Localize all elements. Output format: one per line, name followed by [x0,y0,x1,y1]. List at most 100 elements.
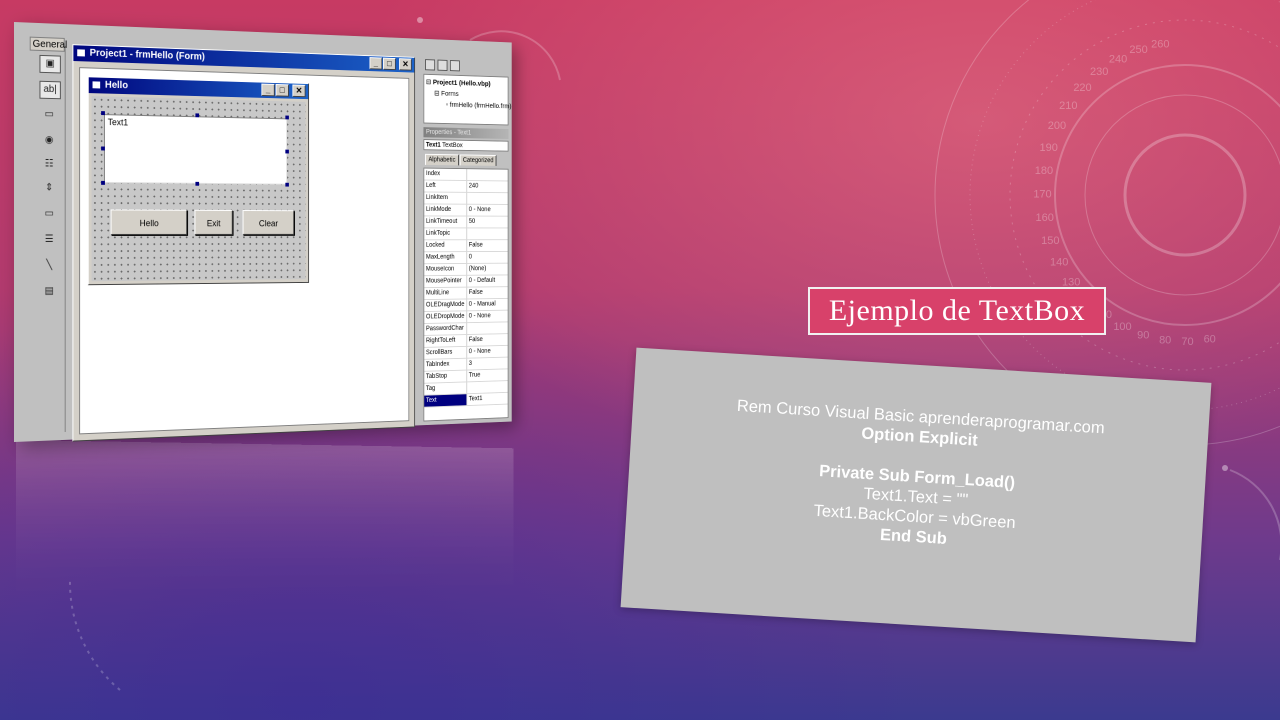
property-value[interactable]: 50 [467,217,508,228]
property-value[interactable]: 0 - Default [467,275,508,286]
line-icon[interactable]: ╲ [39,258,58,274]
right-panels: ⊟ Project1 (Hello.vbp) ⊟ Forms ▫ frmHell… [423,59,512,422]
textbox-icon[interactable]: ab| [39,80,61,100]
resize-handle[interactable] [101,111,105,116]
resize-handle[interactable] [285,149,289,154]
close-button[interactable]: ✕ [292,84,306,98]
vb-ide-screenshot: General ▣ ab| ▭ ◉ ☷ ⇕ ▭ ☰ ╲ ▤ Project1 -… [0,0,600,610]
project-window-client: Hello _ □ ✕ Text1 Hello Exit Clear [79,67,410,435]
property-value[interactable]: 240 [467,181,508,192]
property-name: ScrollBars [424,346,468,359]
resize-handle[interactable] [101,146,105,151]
hello-form-title: Hello [104,79,129,92]
property-row[interactable]: Index [424,168,508,182]
property-row[interactable]: LinkMode 0 - None [424,204,508,217]
property-value[interactable]: 0 - None [467,205,508,216]
property-value[interactable]: Text1 [467,393,508,405]
option-button-icon[interactable]: ◉ [39,132,58,148]
resize-handle[interactable] [195,113,200,118]
property-row[interactable]: MousePointer 0 - Default [424,275,508,289]
view-code-icon[interactable] [425,59,436,71]
slide-title-tag: Ejemplo de TextBox [808,287,1106,335]
hello-button[interactable]: Hello [110,209,188,235]
picture-icon[interactable]: ▣ [39,54,61,74]
property-value[interactable]: 0 - None [467,311,508,323]
property-name: PasswordChar [424,323,468,335]
property-value[interactable] [467,381,508,393]
property-row[interactable]: Left 240 [424,180,508,194]
dial-number: 70 [1181,336,1193,348]
dial-number: 170 [1033,189,1051,201]
property-value[interactable] [467,169,508,180]
tree-item-frmhello[interactable]: ▫ frmHello (frmHello.frm) [424,99,512,112]
dial-number: 210 [1059,100,1077,112]
toolbox-tab-general[interactable]: General [29,36,67,52]
property-value[interactable]: 3 [467,358,508,370]
property-value[interactable]: 0 [467,252,508,263]
close-button[interactable]: ✕ [399,58,412,71]
data-icon[interactable]: ▤ [39,284,58,300]
timer-icon[interactable]: ▭ [39,206,58,222]
properties-object-select[interactable]: Text1 TextBox [423,139,509,152]
property-value[interactable] [467,228,508,239]
property-value[interactable]: 0 - Manual [467,299,508,311]
property-name: MouseIcon [424,263,468,276]
vscroll-icon[interactable]: ⇕ [39,180,58,196]
form-design-surface[interactable]: Text1 Hello Exit Clear [91,96,306,282]
property-name: OLEDragMode [424,299,468,312]
view-object-icon[interactable] [437,59,448,71]
property-row[interactable]: LinkTimeout 50 [424,216,508,229]
file-list-icon[interactable]: ☰ [39,232,58,248]
text1-textbox[interactable]: Text1 [103,114,288,185]
toolbox: General ▣ ab| ▭ ◉ ☷ ⇕ ▭ ☰ ╲ ▤ [27,36,67,434]
resize-handle[interactable] [101,180,105,185]
tab-categorized[interactable]: Categorized [459,154,497,166]
maximize-button[interactable]: □ [383,57,396,71]
text1-value: Text1 [107,117,129,128]
property-value[interactable] [467,193,508,204]
properties-grid: Index Left 240 LinkItem LinkMode 0 - None Link… [423,167,509,422]
dial-number: 100 [1113,321,1131,333]
resize-handle[interactable] [195,181,200,186]
property-value[interactable] [467,322,508,334]
resize-handle[interactable] [285,182,289,187]
property-value[interactable]: (None) [467,264,508,275]
code-card: Rem Curso Visual Basic aprenderaprograma… [620,347,1212,643]
maximize-button[interactable]: □ [275,83,289,97]
resize-handle[interactable] [285,115,289,120]
frame-icon[interactable]: ▭ [39,107,58,123]
minimize-button[interactable]: _ [369,57,383,70]
property-row[interactable]: LinkTopic [424,228,508,241]
property-value[interactable]: False [467,334,508,346]
property-name: TabIndex [424,358,468,371]
vb-ide: General ▣ ab| ▭ ◉ ☷ ⇕ ▭ ☰ ╲ ▤ Project1 -… [14,22,512,442]
property-value[interactable]: False [467,287,508,298]
dial-number: 200 [1048,120,1066,132]
property-value[interactable]: True [467,369,508,381]
hello-form-titlebar[interactable]: Hello _ □ ✕ [88,77,309,100]
dial-number: 260 [1151,38,1169,50]
listbox-icon[interactable]: ☷ [39,156,58,172]
exit-button[interactable]: Exit [194,209,233,235]
property-value[interactable]: 0 - None [467,346,508,358]
property-name: MousePointer [424,275,468,288]
dial-number: 220 [1073,82,1091,94]
form-icon [92,81,101,89]
property-name: OLEDropMode [424,311,468,324]
property-row[interactable]: MaxLength 0 [424,251,508,265]
toggle-folders-icon[interactable] [449,60,460,72]
property-row[interactable]: Text Text1 [424,392,508,408]
property-name: LinkTopic [424,228,468,240]
minimize-button[interactable]: _ [261,83,275,97]
property-row[interactable]: Locked False [424,240,508,253]
tab-alphabetic[interactable]: Alphabetic [425,153,459,166]
property-row[interactable]: LinkItem [424,192,508,205]
clear-button[interactable]: Clear [242,210,295,235]
project-explorer-toolbar [425,59,460,73]
property-row[interactable]: MouseIcon (None) [424,263,508,277]
property-name: MaxLength [424,252,468,264]
property-name: Locked [424,240,468,252]
project-window-title: Project1 - frmHello (Form) [89,47,205,63]
property-name: Index [424,168,468,181]
property-value[interactable]: False [467,240,508,251]
